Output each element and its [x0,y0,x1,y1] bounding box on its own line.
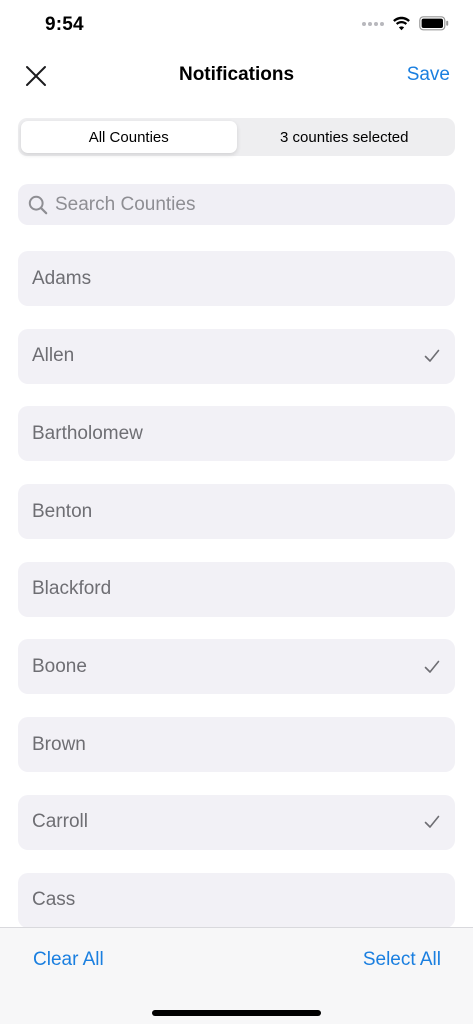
county-name: Bartholomew [32,422,143,444]
county-filter-segmented-control: All Counties 3 counties selected [18,118,455,156]
search-input[interactable] [55,193,435,216]
bottom-toolbar: Clear All Select All [0,927,473,1024]
checkmark-icon [423,347,441,365]
county-name: Benton [32,500,93,522]
search-bar [18,184,455,225]
county-name: Adams [32,267,92,289]
checkmark-icon [423,658,441,676]
county-name: Cass [32,889,76,910]
county-row-adams[interactable]: Adams [18,251,455,306]
home-indicator[interactable] [152,1010,321,1016]
checkmark-icon [423,813,441,831]
county-name: Carroll [32,811,88,833]
county-row-blackford[interactable]: Blackford [18,561,455,617]
close-icon [26,66,46,86]
status-bar: 9:54 [0,0,473,50]
battery-icon [419,16,449,31]
status-icons [362,16,449,31]
county-name: Boone [32,655,87,677]
page-title: Notifications [178,64,295,85]
county-name: Brown [32,733,86,755]
cellular-signal-icon [362,21,384,26]
select-all-button[interactable]: Select All [363,949,441,971]
status-time: 9:54 [45,14,84,35]
segment-all-counties[interactable]: All Counties [21,121,237,153]
navigation-bar: Notifications Save [0,50,473,102]
county-row-bartholomew[interactable]: Bartholomew [18,406,455,462]
segment-selected-counties[interactable]: 3 counties selected [237,121,453,153]
county-row-boone[interactable]: Boone [18,639,455,695]
county-row-benton[interactable]: Benton [18,484,455,540]
save-button[interactable]: Save [407,64,450,86]
county-name: Blackford [32,578,112,600]
county-row-carroll[interactable]: Carroll [18,794,455,850]
search-icon [28,195,48,215]
wifi-icon [393,16,410,31]
notifications-screen: 9:54 Notifications Save All Counties 3 c… [0,0,473,1024]
clear-all-button[interactable]: Clear All [33,949,104,971]
county-row-brown[interactable]: Brown [18,717,455,773]
county-row-cass[interactable]: Cass [18,872,455,928]
county-row-allen[interactable]: Allen [18,328,455,384]
close-button[interactable] [20,62,52,90]
county-name: Allen [32,345,75,367]
county-list: Adams Allen Bartholomew Benton Blackford Boon… [18,251,455,950]
